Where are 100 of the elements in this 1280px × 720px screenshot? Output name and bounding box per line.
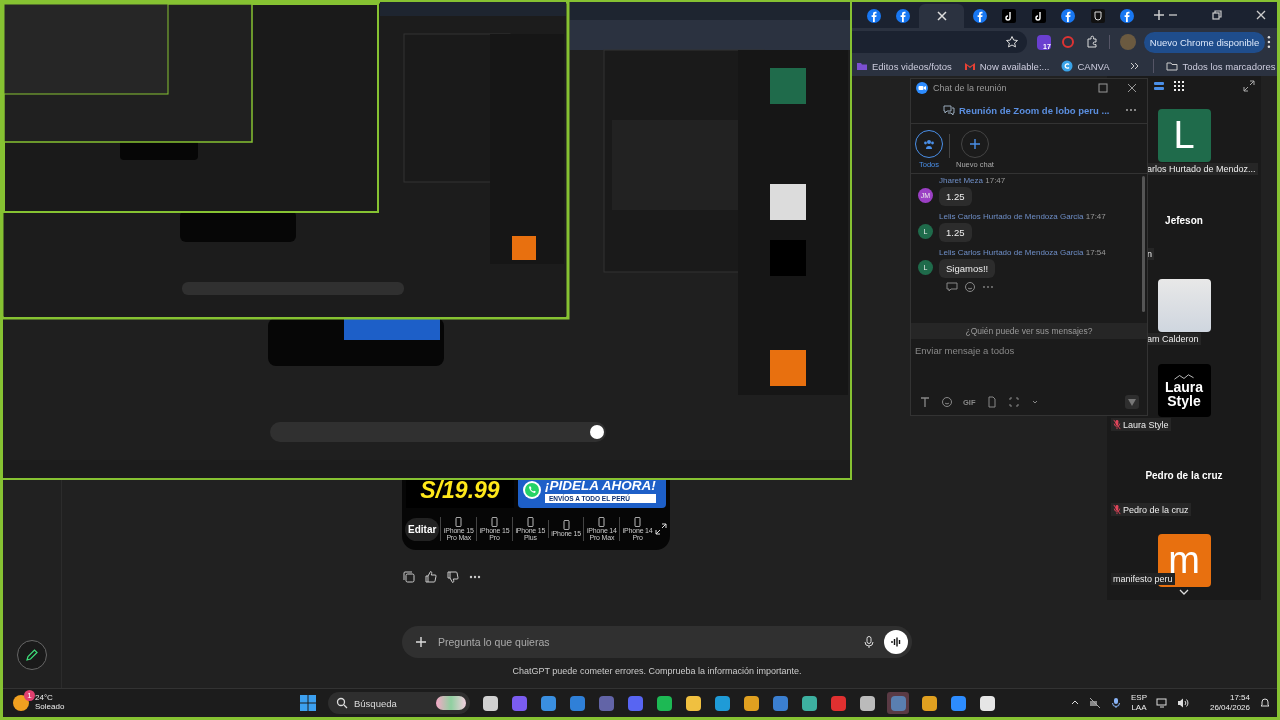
music-note-icon bbox=[1002, 9, 1017, 23]
thumbs-up-icon[interactable] bbox=[424, 570, 438, 584]
emoji-icon[interactable] bbox=[941, 396, 953, 408]
screenshot-icon[interactable] bbox=[1007, 396, 1020, 408]
new-tab-icon[interactable] bbox=[1153, 9, 1165, 21]
prompt-field[interactable]: Pregunta lo que quieras bbox=[436, 635, 854, 649]
input-language-indicator[interactable]: ESP LAA bbox=[1131, 693, 1147, 713]
message-bubble: Sigamos!! bbox=[939, 259, 996, 278]
microphone-icon[interactable] bbox=[1110, 697, 1122, 709]
voice-mode-button[interactable] bbox=[884, 630, 908, 654]
facebook-f-icon bbox=[1120, 9, 1135, 23]
music-note-icon bbox=[1031, 9, 1046, 23]
send-icon[interactable] bbox=[1125, 395, 1139, 409]
speaker-icon[interactable] bbox=[1177, 697, 1189, 709]
thumbs-down-icon[interactable] bbox=[446, 570, 460, 584]
phone-icon bbox=[598, 516, 606, 527]
maximize-icon[interactable] bbox=[1098, 83, 1108, 93]
weather-condition: Soleado bbox=[35, 703, 65, 712]
update-button[interactable]: Nuevo Chrome disponible bbox=[1143, 31, 1266, 53]
new-chat-button[interactable] bbox=[17, 640, 47, 670]
message-bubble: 1.25 bbox=[939, 223, 972, 242]
facebook-f-icon bbox=[1061, 9, 1076, 23]
temperature-text: 24°C bbox=[35, 694, 54, 703]
microphone-icon[interactable] bbox=[862, 635, 876, 649]
mail-icon bbox=[963, 60, 976, 72]
message-input[interactable]: Enviar mensaje a todos bbox=[911, 339, 1147, 393]
trend-line-icon bbox=[1173, 373, 1195, 382]
participant-label: Pedro de la cruz bbox=[1111, 503, 1191, 516]
folder-icon bbox=[856, 60, 868, 72]
phone-icon bbox=[634, 516, 642, 527]
privacy-notice[interactable]: ¿Quién puede ver sus mensajes? bbox=[911, 323, 1147, 339]
shield-icon bbox=[1090, 9, 1105, 23]
bookmark-link[interactable]: Now available:... bbox=[963, 60, 1050, 72]
logo-text: Style bbox=[1167, 394, 1201, 408]
puzzle-icon[interactable] bbox=[1084, 35, 1099, 49]
close-icon[interactable] bbox=[1255, 9, 1267, 21]
plus-icon bbox=[968, 138, 981, 150]
copy-icon[interactable] bbox=[402, 570, 416, 584]
clock-text[interactable]: 17:54 26/04/2026 bbox=[1198, 693, 1250, 713]
folder-icon bbox=[1166, 60, 1179, 72]
bookmark-star-icon[interactable] bbox=[1004, 35, 1019, 49]
facebook-f-icon bbox=[896, 9, 911, 23]
weather-sun-icon[interactable] bbox=[13, 695, 29, 711]
canva-logo-icon bbox=[1061, 60, 1074, 72]
search-highlight-artwork bbox=[436, 696, 466, 710]
text-format-icon[interactable] bbox=[919, 396, 931, 408]
reply-icon[interactable] bbox=[946, 281, 958, 293]
restore-icon[interactable] bbox=[1211, 9, 1223, 21]
message-author: Lelis Carlos Hurtado de Mendoza Garcia 17:47 bbox=[939, 212, 1106, 221]
disclaimer-text: ChatGPT puede cometer errores. Comprueba la información importante. bbox=[511, 666, 803, 676]
phone-icon bbox=[562, 520, 570, 531]
expand-icon[interactable] bbox=[1243, 80, 1255, 92]
meeting-title[interactable]: Reunión de Zoom de lobo peru ... bbox=[959, 104, 1110, 116]
camera-off-icon[interactable] bbox=[1089, 697, 1101, 709]
waveform-icon bbox=[890, 636, 902, 648]
grid-view-icon[interactable] bbox=[1173, 80, 1185, 92]
pencil-icon bbox=[25, 648, 39, 662]
participant-avatar: L bbox=[1157, 109, 1211, 162]
all-bookmarks-link[interactable]: Todos los marcadores bbox=[1166, 60, 1276, 72]
muted-microphone-icon bbox=[1113, 419, 1121, 430]
notification-bell-icon[interactable] bbox=[1259, 697, 1271, 709]
search-icon bbox=[336, 697, 348, 709]
phone-icon bbox=[455, 516, 463, 527]
edit-button[interactable]: Editar bbox=[405, 517, 440, 541]
order-headline: ¡PIDELA AHORA! bbox=[545, 477, 656, 493]
participant-label: arlos Hurtado de Mendoz... bbox=[1145, 163, 1258, 175]
plus-icon[interactable] bbox=[414, 635, 428, 649]
participant-label: am Calderon bbox=[1145, 333, 1201, 345]
chat-bubbles-icon bbox=[943, 104, 955, 116]
phone-icon bbox=[491, 516, 498, 527]
message-author: Lelis Carlos Hurtado de Mendoza Garcia 17:54 bbox=[939, 248, 1106, 257]
window-title: Chat de la reunión bbox=[933, 83, 1007, 93]
notification-badge: 1 bbox=[24, 690, 35, 701]
participant-label: manifesto peru bbox=[1111, 573, 1175, 585]
more-icon[interactable] bbox=[1267, 35, 1271, 49]
zoom-logo-icon bbox=[916, 82, 928, 94]
close-icon[interactable] bbox=[1127, 83, 1137, 93]
file-icon[interactable] bbox=[985, 396, 998, 408]
add-reaction-icon[interactable] bbox=[964, 281, 976, 293]
search-field[interactable]: Búsqueda bbox=[328, 692, 470, 714]
message-bubble: 1.25 bbox=[939, 187, 972, 206]
whatsapp-icon bbox=[522, 480, 542, 500]
participant-name: Pedro de la cruz bbox=[1145, 469, 1223, 483]
muted-microphone-icon bbox=[1113, 504, 1121, 515]
bookmark-link[interactable]: Editos videos/fotos bbox=[856, 60, 952, 72]
facebook-f-icon bbox=[866, 9, 881, 23]
facebook-f-icon bbox=[972, 9, 987, 23]
windows-start-icon[interactable] bbox=[299, 694, 317, 712]
participant-label: Laura Style bbox=[1111, 418, 1171, 431]
list-view-icon[interactable] bbox=[1153, 80, 1165, 92]
prompt-bar[interactable]: Pregunta lo que quieras bbox=[402, 626, 912, 658]
phone-icon bbox=[526, 516, 534, 527]
bookmark-link[interactable]: CANVA bbox=[1061, 60, 1110, 72]
group-icon bbox=[923, 138, 935, 150]
logo-text: Laura bbox=[1164, 381, 1204, 395]
extension-icon[interactable] bbox=[1060, 35, 1075, 49]
participant-name: Jefeson bbox=[1165, 214, 1203, 228]
photo-placeholder bbox=[1157, 279, 1211, 332]
monitor-icon[interactable] bbox=[1156, 697, 1168, 709]
message-author: Jharet Meza 17:47 bbox=[939, 176, 1006, 185]
